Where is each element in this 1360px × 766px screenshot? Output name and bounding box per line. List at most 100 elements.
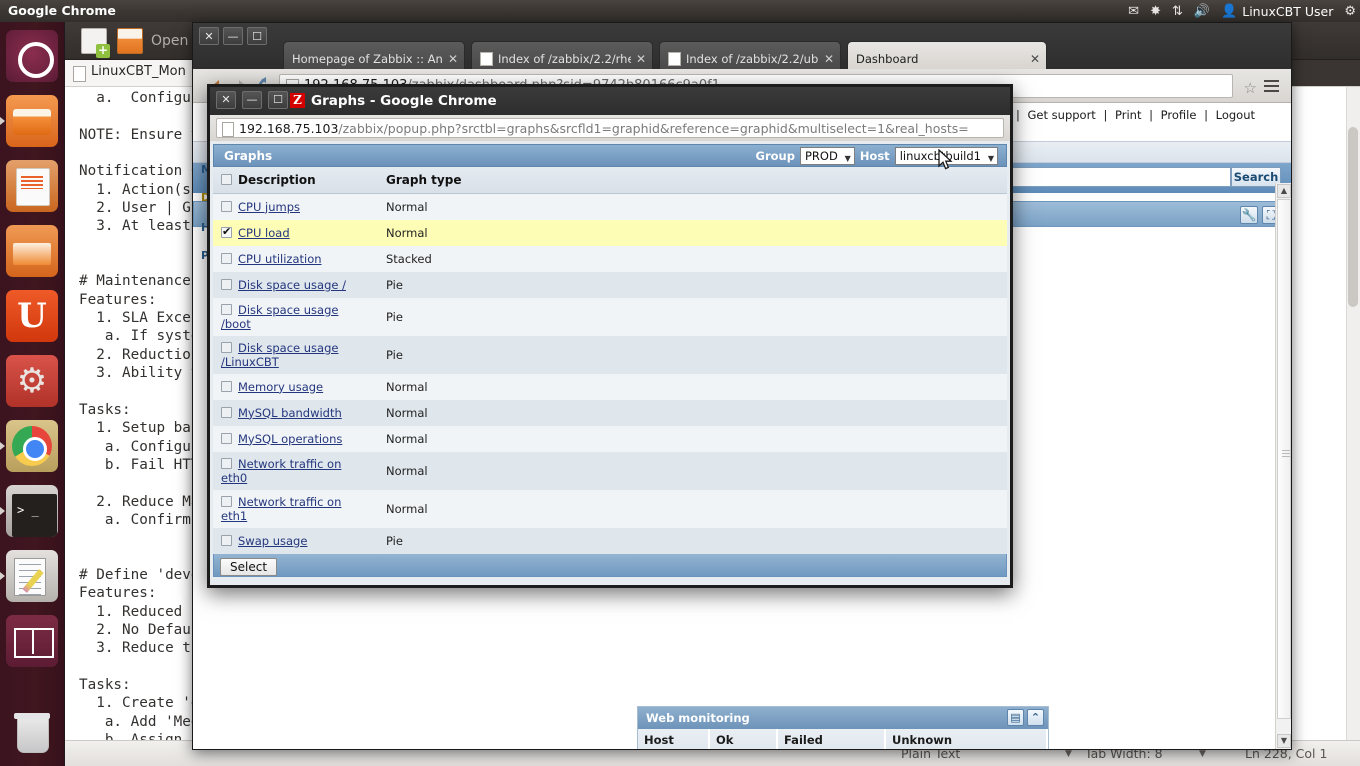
page-favicon	[480, 51, 493, 66]
chrome-tab-index-ubuntu[interactable]: Index of /zabbix/2.2/ubun ✕	[659, 41, 841, 69]
scroll-up-arrow-icon[interactable]: ▲	[1277, 184, 1291, 198]
chrome-tab-index-rhel[interactable]: Index of /zabbix/2.2/rhel ✕	[471, 41, 653, 69]
chrome-menu-icon[interactable]	[1264, 80, 1279, 92]
minimize-window-button[interactable]: —	[223, 27, 243, 45]
link-get-support[interactable]: Get support	[1028, 108, 1096, 122]
row-checkbox[interactable]	[221, 200, 232, 212]
new-document-icon[interactable]	[81, 28, 110, 58]
session-gear-icon[interactable]: ⚙	[1344, 5, 1356, 18]
row-checkbox[interactable]	[221, 252, 232, 264]
select-all-checkbox[interactable]	[221, 174, 232, 185]
chrome-tab-zabbix-homepage[interactable]: Z Homepage of Zabbix :: An ✕	[283, 41, 465, 69]
graph-link[interactable]: MySQL bandwidth	[238, 406, 342, 420]
network-icon[interactable]: ⇅	[1172, 5, 1183, 18]
row-checkbox[interactable]	[221, 225, 232, 238]
page-scroll-thumb[interactable]	[1277, 199, 1291, 719]
row-checkbox[interactable]	[221, 406, 232, 418]
volume-icon[interactable]: 🔊	[1194, 5, 1210, 18]
row-checkbox[interactable]	[221, 534, 232, 546]
graph-link[interactable]: CPU load	[238, 226, 290, 240]
launcher-item-software-center[interactable]	[6, 225, 58, 277]
launcher-item-files[interactable]	[6, 95, 58, 147]
close-window-button[interactable]: ✕	[199, 27, 219, 45]
link-logout[interactable]: Logout	[1216, 108, 1255, 122]
graph-link[interactable]: MySQL operations	[238, 432, 342, 446]
row-checkbox[interactable]	[221, 380, 232, 392]
host-select[interactable]: linuxcbtbuild1	[894, 147, 998, 166]
sep: |	[1145, 108, 1157, 122]
row-checkbox[interactable]	[221, 432, 232, 444]
dashboard-config-wrench-icon[interactable]: 🔧	[1240, 206, 1258, 224]
running-indicator-files	[0, 117, 5, 125]
messaging-icon[interactable]: ✉	[1128, 5, 1139, 18]
link-print[interactable]: Print	[1115, 108, 1141, 122]
maximize-window-button[interactable]: ☐	[247, 27, 267, 45]
row-checkbox[interactable]	[221, 495, 232, 507]
table-row[interactable]: Network traffic on eth1 Normal	[213, 489, 1007, 528]
close-tab-icon[interactable]: ✕	[1030, 52, 1040, 66]
table-row[interactable]: Disk space usage /boot Pie	[213, 297, 1007, 336]
graph-link[interactable]: Disk space usage /boot	[221, 303, 338, 331]
launcher-item-ubuntu-one[interactable]	[6, 290, 58, 342]
close-tab-icon[interactable]: ✕	[636, 52, 646, 66]
group-select[interactable]: PROD	[799, 147, 855, 166]
row-type-cell: Pie	[378, 297, 1007, 336]
table-row[interactable]: Disk space usage / Pie	[213, 271, 1007, 298]
tabwidth-chevron-down-icon[interactable]: ▼	[1199, 749, 1206, 759]
row-checkbox[interactable]	[221, 303, 232, 315]
language-chevron-down-icon[interactable]: ▼	[1065, 749, 1072, 759]
user-menu[interactable]: 👤 LinuxCBT User	[1221, 4, 1333, 19]
scroll-down-arrow-icon[interactable]: ▼	[1277, 734, 1291, 748]
gedit-vertical-scrollbar[interactable]	[1346, 87, 1360, 740]
popup-maximize-button[interactable]: ☐	[268, 91, 288, 109]
launcher-item-gedit[interactable]	[6, 550, 58, 602]
table-row[interactable]: MySQL operations Normal	[213, 425, 1007, 452]
close-tab-icon[interactable]: ✕	[824, 52, 834, 66]
row-checkbox[interactable]	[221, 341, 232, 353]
graph-link[interactable]: Disk space usage /	[238, 278, 346, 292]
popup-address-bar[interactable]: 192.168.75.103/zabbix/popup.php?srctbl=g…	[216, 118, 1004, 138]
table-row[interactable]: Network traffic on eth0 Normal	[213, 451, 1007, 490]
table-row[interactable]: CPU jumps Normal	[213, 193, 1007, 220]
graph-link[interactable]: Disk space usage /LinuxCBT	[221, 341, 338, 369]
table-row[interactable]: CPU utilization Stacked	[213, 245, 1007, 272]
graph-link[interactable]: CPU jumps	[238, 200, 300, 214]
table-row[interactable]: CPU load Normal	[213, 219, 1007, 246]
graph-link[interactable]: Network traffic on eth1	[221, 495, 341, 523]
host-filter-label: Host	[859, 149, 890, 163]
close-tab-icon[interactable]: ✕	[448, 52, 458, 66]
bookmark-star-icon[interactable]: ☆	[1244, 79, 1257, 97]
row-checkbox[interactable]	[221, 457, 232, 469]
search-input[interactable]	[1001, 167, 1231, 187]
open-folder-icon[interactable]	[117, 28, 143, 54]
gedit-scroll-thumb[interactable]	[1348, 127, 1358, 307]
launcher-item-ubuntu-dash[interactable]	[6, 30, 58, 82]
launcher-item-system-settings[interactable]	[6, 355, 58, 407]
link-profile[interactable]: Profile	[1161, 108, 1197, 122]
popup-close-button[interactable]: ✕	[216, 91, 236, 109]
widget-collapse-icon[interactable]: ⌃	[1027, 709, 1044, 726]
graph-link[interactable]: Memory usage	[238, 380, 323, 394]
graph-link[interactable]: CPU utilization	[238, 252, 322, 266]
launcher-item-workspace-switcher[interactable]	[6, 615, 58, 667]
open-button-label[interactable]: Open	[151, 33, 188, 49]
graph-link[interactable]: Swap usage	[238, 534, 307, 548]
table-row[interactable]: MySQL bandwidth Normal	[213, 399, 1007, 426]
launcher-item-google-chrome[interactable]	[6, 420, 58, 472]
table-row[interactable]: Disk space usage /LinuxCBT Pie	[213, 335, 1007, 374]
launcher-item-terminal[interactable]	[6, 485, 58, 537]
table-row[interactable]: Memory usage Normal	[213, 373, 1007, 400]
page-vertical-scrollbar[interactable]: ▲ ▼	[1275, 183, 1291, 749]
chrome-tab-dashboard[interactable]: Z Dashboard ✕	[847, 41, 1047, 69]
table-row[interactable]: Swap usage Pie	[213, 527, 1007, 554]
graph-link[interactable]: Network traffic on eth0	[221, 457, 341, 485]
launcher-item-libreoffice-impress[interactable]	[6, 160, 58, 212]
row-checkbox[interactable]	[221, 278, 232, 290]
bluetooth-icon[interactable]: ✸	[1150, 5, 1161, 18]
launcher-item-trash[interactable]	[6, 707, 58, 759]
select-button[interactable]: Select	[220, 557, 278, 576]
gedit-tab-document[interactable]: LinuxCBT_Mon	[65, 60, 197, 86]
popup-minimize-button[interactable]: —	[242, 91, 262, 109]
search-button[interactable]: Search	[1231, 167, 1281, 187]
widget-menu-icon[interactable]: ▤	[1007, 709, 1024, 726]
